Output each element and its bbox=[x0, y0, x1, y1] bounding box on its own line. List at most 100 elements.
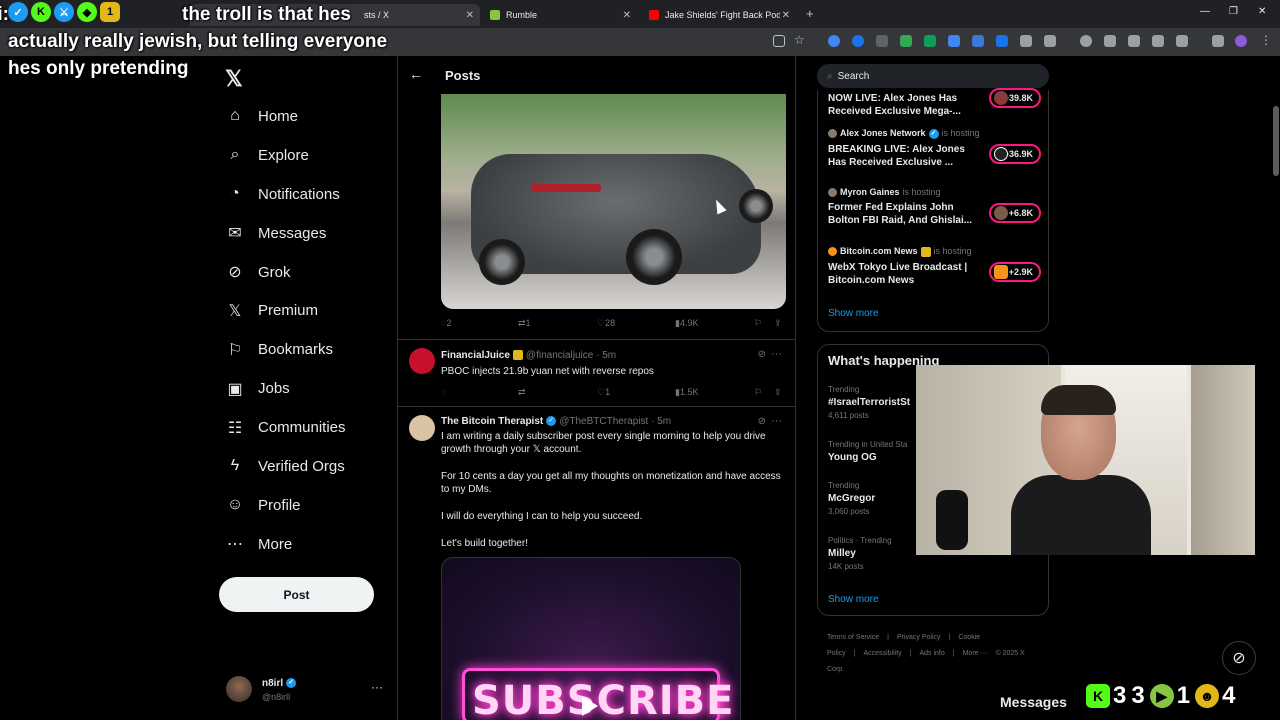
extension-icon[interactable] bbox=[1104, 35, 1116, 47]
sidebar-item-label: Communities bbox=[258, 419, 346, 437]
footer-link[interactable]: Privacy Policy bbox=[897, 634, 941, 641]
live-item[interactable]: Bitcoin.com News is hosting WebX Tokyo Li… bbox=[828, 246, 1043, 287]
extension-icon[interactable] bbox=[972, 35, 984, 47]
sidebar-item-grok[interactable]: ⊘ Grok bbox=[226, 253, 346, 292]
minimize-icon[interactable]: — bbox=[1200, 6, 1210, 17]
trend-posts: 14K posts bbox=[828, 562, 864, 571]
live-item[interactable]: Myron Gaines is hosting Former Fed Explai… bbox=[828, 187, 1043, 227]
extension-icon[interactable] bbox=[924, 35, 936, 47]
close-window-icon[interactable]: ✕ bbox=[1258, 6, 1266, 17]
sidebar-item-premium[interactable]: 𝕏 Premium bbox=[226, 291, 346, 330]
listener-count[interactable]: +6.8K bbox=[989, 203, 1041, 223]
like-button[interactable]: ♡ 28 bbox=[597, 318, 615, 329]
show-more-link[interactable]: Show more bbox=[828, 594, 879, 605]
extension-icon[interactable] bbox=[996, 35, 1008, 47]
extension-icon[interactable] bbox=[852, 35, 864, 47]
views-button[interactable]: ▮ 1.5K bbox=[675, 387, 698, 398]
sidebar-item-notifications[interactable]: ◔ Notifications bbox=[226, 175, 346, 214]
more-icon[interactable]: ··· bbox=[771, 415, 782, 427]
code-icon[interactable] bbox=[1128, 35, 1140, 47]
tweet[interactable]: The Bitcoin Therapist ✓ @TheBTCTherapist ·… bbox=[398, 406, 795, 720]
back-arrow-icon[interactable]: ← bbox=[409, 66, 423, 82]
grok-icon[interactable]: ⊘ bbox=[758, 349, 766, 360]
live-title: WebX Tokyo Live Broadcast | Bitcoin.com … bbox=[828, 261, 968, 286]
search-bar[interactable]: ⌕ bbox=[817, 64, 1049, 88]
author-name[interactable]: The Bitcoin Therapist bbox=[441, 416, 543, 427]
close-icon[interactable]: ✕ bbox=[782, 10, 790, 21]
search-input[interactable] bbox=[837, 70, 1028, 82]
grok-icon[interactable]: ⊘ bbox=[1222, 641, 1256, 675]
tweet-video[interactable]: SUBSCRIBE bbox=[441, 557, 741, 720]
footer-link[interactable]: Accessibility bbox=[864, 650, 902, 657]
x-logo[interactable]: 𝕏 bbox=[225, 66, 243, 92]
tweet[interactable]: FinancialJuice @financialjuice · 5m ⊘ ···… bbox=[398, 339, 795, 406]
streamer-body bbox=[1011, 475, 1151, 555]
listener-count[interactable]: +2.9K bbox=[989, 262, 1041, 282]
extension-icon[interactable] bbox=[1152, 35, 1164, 47]
more-icon[interactable]: ··· bbox=[371, 680, 383, 694]
sidebar-item-communities[interactable]: ☷ Communities bbox=[226, 408, 346, 447]
profile-avatar-icon[interactable] bbox=[1235, 35, 1247, 47]
footer-link[interactable]: Ads info bbox=[919, 650, 944, 657]
more-icon[interactable]: ··· bbox=[771, 348, 782, 360]
sidebar-item-more[interactable]: ⋯ More bbox=[226, 525, 346, 564]
play-icon[interactable] bbox=[582, 696, 598, 716]
listener-count[interactable]: +36.9K bbox=[989, 144, 1041, 164]
footer-link[interactable]: Terms of Service bbox=[827, 634, 879, 641]
bookmark-icon[interactable]: ⚐ bbox=[754, 318, 762, 329]
share-icon[interactable]: ⇪ bbox=[774, 318, 782, 329]
tab-rumble[interactable]: Rumble ✕ bbox=[482, 4, 637, 26]
tab-youtube[interactable]: Jake Shields' Fight Back Podcast ✕ bbox=[641, 4, 796, 26]
live-title: Former Fed Explains John Bolton FBI Raid… bbox=[828, 202, 973, 227]
extension-icon[interactable] bbox=[1020, 35, 1032, 47]
reply-button[interactable]: ◌ 2 bbox=[441, 318, 451, 328]
share-icon[interactable]: ⇪ bbox=[774, 387, 782, 398]
downloads-icon[interactable] bbox=[1212, 35, 1224, 47]
kebab-menu-icon[interactable]: ⋮ bbox=[1260, 33, 1272, 47]
close-icon[interactable]: ✕ bbox=[466, 10, 474, 21]
sidebar-item-jobs[interactable]: ▣ Jobs bbox=[226, 369, 346, 408]
sidebar-item-label: More bbox=[258, 535, 293, 553]
scrollbar-thumb[interactable] bbox=[1273, 106, 1279, 176]
sidebar-item-profile[interactable]: ☺ Profile bbox=[226, 486, 346, 525]
sidebar-icon[interactable] bbox=[1176, 35, 1188, 47]
post-button[interactable]: Post bbox=[219, 577, 374, 612]
chat-text: the troll is that hes actually really je… bbox=[8, 4, 388, 79]
sidebar-item-messages[interactable]: ✉ Messages bbox=[226, 214, 346, 253]
footer-link[interactable]: More ··· bbox=[963, 650, 988, 657]
tweet-paragraph: I am writing a daily subscriber post eve… bbox=[441, 431, 766, 455]
sidebar-item-bookmarks[interactable]: ⚐ Bookmarks bbox=[226, 330, 346, 369]
reply-button[interactable]: ◌ bbox=[441, 387, 446, 397]
listener-count[interactable]: +39.8K bbox=[989, 88, 1041, 108]
views-button[interactable]: ▮ 4.9K bbox=[675, 318, 698, 329]
live-item[interactable]: Alex Jones Network ✓ is hosting BREAKING L… bbox=[828, 128, 1043, 169]
close-icon[interactable]: ✕ bbox=[623, 10, 631, 21]
extension-icon[interactable] bbox=[876, 35, 888, 47]
star-icon[interactable]: ☆ bbox=[794, 33, 806, 47]
puzzle-icon[interactable] bbox=[1044, 35, 1056, 47]
page-scrollbar[interactable] bbox=[1272, 56, 1280, 720]
restore-icon[interactable]: ❐ bbox=[1229, 6, 1238, 17]
account-switcher[interactable]: n8irl ✓ @n8irll ··· bbox=[226, 676, 386, 706]
author-name[interactable]: FinancialJuice bbox=[441, 350, 510, 361]
extension-icon[interactable] bbox=[900, 35, 912, 47]
post-image[interactable] bbox=[441, 94, 786, 309]
sidebar-item-verified-orgs[interactable]: ϟ Verified Orgs bbox=[226, 447, 346, 486]
install-app-icon[interactable] bbox=[773, 35, 785, 47]
messages-drawer[interactable]: Messages bbox=[988, 684, 1078, 720]
repost-button[interactable]: ⇄ 1 bbox=[518, 318, 531, 329]
live-item[interactable]: NOW LIVE: Alex Jones Has Received Exclus… bbox=[828, 88, 1043, 118]
extension-icon[interactable] bbox=[828, 35, 840, 47]
sidebar-item-home[interactable]: ⌂ Home bbox=[226, 97, 346, 136]
avatar bbox=[828, 188, 837, 198]
extension-icon[interactable] bbox=[948, 35, 960, 47]
repost-button[interactable]: ⇄ bbox=[518, 387, 526, 398]
bookmark-icon[interactable]: ⚐ bbox=[754, 387, 762, 398]
history-icon[interactable] bbox=[1080, 35, 1092, 47]
like-button[interactable]: ♡ 1 bbox=[597, 387, 610, 398]
show-more-link[interactable]: Show more bbox=[828, 308, 879, 319]
sidebar-item-explore[interactable]: ⌕ Explore bbox=[226, 136, 346, 175]
new-tab-icon[interactable]: + bbox=[806, 6, 814, 21]
chat-username: Alti: bbox=[0, 4, 9, 25]
grok-icon[interactable]: ⊘ bbox=[758, 416, 766, 427]
